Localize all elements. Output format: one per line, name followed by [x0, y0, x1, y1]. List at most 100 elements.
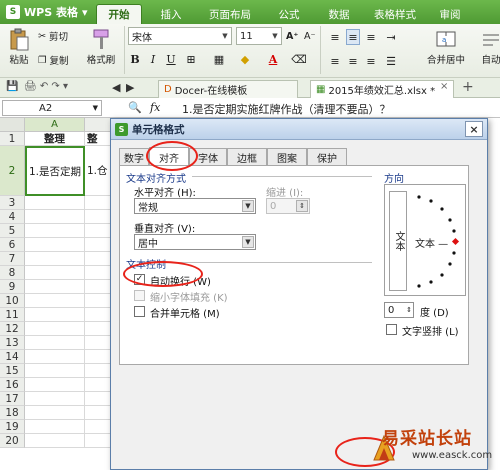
grid-cell[interactable]	[25, 420, 85, 434]
vertical-text-button[interactable]: 文本	[389, 191, 407, 291]
orientation-box[interactable]: 文本 文本 —	[384, 184, 466, 296]
merge-cells-label[interactable]: 合并单元格 (M)	[150, 305, 220, 320]
row-header[interactable]: 17	[0, 392, 25, 406]
row-header[interactable]: 9	[0, 280, 25, 294]
grid-cell[interactable]	[25, 406, 85, 420]
row-header[interactable]: 8	[0, 266, 25, 280]
tab-review[interactable]: 审阅	[430, 4, 470, 24]
row-header[interactable]: 10	[0, 294, 25, 308]
auto-wrap-button[interactable]: 自动	[478, 28, 500, 66]
grid-cell[interactable]	[25, 336, 85, 350]
tab-number[interactable]: 数字	[119, 148, 149, 165]
align-center-button[interactable]: ≡	[346, 53, 360, 69]
shrink-fit-label[interactable]: 缩小字体填充 (K)	[150, 289, 228, 304]
row-header[interactable]: 18	[0, 406, 25, 420]
cell-a2-selected[interactable]: 1.是否定期	[25, 146, 85, 196]
grid-cell[interactable]	[25, 392, 85, 406]
font-name-select[interactable]: 宋体 ▼	[128, 27, 232, 45]
paste-button[interactable]: 粘贴	[4, 28, 34, 66]
tab-protection[interactable]: 保护	[307, 148, 347, 165]
row-header[interactable]: 16	[0, 378, 25, 392]
align-top-button[interactable]: ≡	[328, 29, 342, 45]
row-header[interactable]: 20	[0, 434, 25, 448]
grid-cell[interactable]	[25, 280, 85, 294]
doc-tab-workbook[interactable]: ▦ 2015年绩效汇总.xlsx *	[310, 80, 454, 98]
clear-format-button[interactable]: ⌫	[291, 51, 307, 67]
indent-spinner[interactable]: 0 ⇕	[266, 198, 310, 214]
save-icon[interactable]: 💾	[6, 81, 18, 92]
shrink-fit-checkbox[interactable]	[134, 290, 145, 301]
row-header[interactable]: 19	[0, 420, 25, 434]
fx-icon[interactable]: fx	[150, 101, 160, 114]
new-tab-icon[interactable]: +	[462, 79, 474, 95]
justify-button[interactable]: ☰	[384, 53, 398, 69]
vertical-align-select[interactable]: 居中 ▼	[134, 234, 256, 250]
cut-button[interactable]: ✂ 剪切	[38, 27, 68, 45]
tab-insert[interactable]: 插入	[150, 4, 192, 24]
align-left-button[interactable]: ≡	[328, 53, 342, 69]
grid-cell[interactable]	[25, 210, 85, 224]
tab-border[interactable]: 边框	[227, 148, 267, 165]
row-header[interactable]: 7	[0, 252, 25, 266]
underline-button[interactable]: U	[164, 51, 178, 67]
close-tab-icon[interactable]: ×	[440, 81, 448, 92]
align-middle-button[interactable]: ≡	[346, 29, 360, 45]
border-button[interactable]: ⊞	[184, 51, 198, 67]
grid-cell[interactable]	[25, 378, 85, 392]
tab-home[interactable]: 开始	[96, 4, 142, 24]
horizontal-align-select[interactable]: 常规 ▼	[134, 198, 256, 214]
copy-button[interactable]: ❐ 复制	[38, 51, 69, 69]
formula-content[interactable]: 1.是否定期实施红牌作战（清理不要品）？	[182, 101, 391, 117]
align-bottom-button[interactable]: ≡	[364, 29, 378, 45]
row-header[interactable]: 11	[0, 308, 25, 322]
tab-back-icon[interactable]: ◀	[112, 81, 120, 94]
font-color-button[interactable]: A	[266, 51, 280, 67]
align-right-button[interactable]: ≡	[364, 53, 378, 69]
vertical-layout-checkbox[interactable]	[386, 324, 397, 335]
grid-cell[interactable]	[25, 434, 85, 448]
row-header[interactable]: 2	[0, 146, 25, 196]
tab-pattern[interactable]: 图案	[267, 148, 307, 165]
shrink-font-button[interactable]: A⁻	[304, 27, 316, 45]
grid-cell[interactable]	[25, 196, 85, 210]
grid-cell[interactable]	[25, 238, 85, 252]
row-header[interactable]: 13	[0, 336, 25, 350]
row-header[interactable]: 15	[0, 364, 25, 378]
merge-layout-button[interactable]: ▦	[212, 51, 226, 67]
row-header[interactable]: 12	[0, 322, 25, 336]
cell-a1[interactable]: 整理	[25, 132, 85, 146]
fill-color-button[interactable]: ◆	[238, 51, 252, 67]
italic-button[interactable]: I	[146, 51, 160, 67]
row-header[interactable]: 14	[0, 350, 25, 364]
merge-center-button[interactable]: a 合并居中	[420, 28, 472, 66]
tab-formulas[interactable]: 公式	[268, 4, 310, 24]
close-button[interactable]: ×	[465, 121, 483, 137]
tab-data[interactable]: 数据	[318, 4, 360, 24]
grid-cell[interactable]	[25, 252, 85, 266]
column-header-a[interactable]: A	[25, 118, 85, 132]
grid-cell[interactable]	[25, 308, 85, 322]
grid-cell[interactable]	[25, 350, 85, 364]
row-header[interactable]: 5	[0, 224, 25, 238]
format-painter-button[interactable]: 格式刷	[84, 28, 118, 66]
indent-button[interactable]: ⇥	[384, 29, 398, 45]
tab-page-layout[interactable]: 页面布局	[200, 4, 260, 24]
row-header[interactable]: 3	[0, 196, 25, 210]
quick-access-icons[interactable]: 🖨 ↶ ↷ ▾	[24, 81, 68, 92]
grid-cell[interactable]	[25, 266, 85, 280]
tab-table-style[interactable]: 表格样式	[366, 4, 424, 24]
app-menu-button[interactable]: S WPS 表格 ▾	[2, 2, 90, 22]
tab-forward-icon[interactable]: ▶	[126, 81, 134, 94]
merge-cells-checkbox[interactable]	[134, 306, 145, 317]
name-box[interactable]: A2 ▼	[2, 100, 102, 116]
grid-cell[interactable]	[25, 322, 85, 336]
select-all-corner[interactable]	[0, 118, 25, 132]
doc-tab-docer[interactable]: D Docer-在线模板	[158, 80, 298, 98]
degree-spinner[interactable]: 0 ⇕	[384, 302, 414, 318]
font-size-select[interactable]: 11 ▼	[236, 27, 282, 45]
row-header[interactable]: 6	[0, 238, 25, 252]
grow-font-button[interactable]: A⁺	[286, 27, 298, 45]
row-header[interactable]: 1	[0, 132, 25, 146]
grid-cell[interactable]	[25, 294, 85, 308]
bold-button[interactable]: B	[128, 51, 142, 67]
